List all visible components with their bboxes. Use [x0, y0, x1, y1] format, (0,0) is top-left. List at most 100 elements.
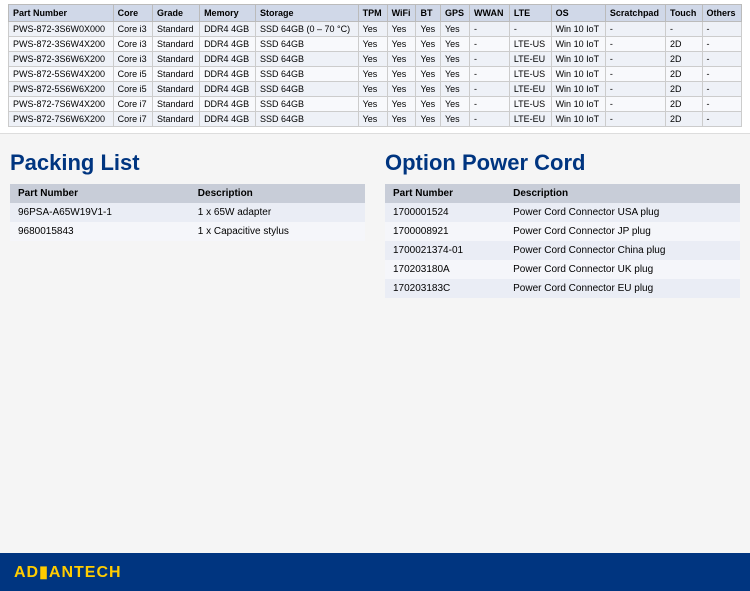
table-cell: -: [605, 67, 665, 82]
table-cell: DDR4 4GB: [200, 67, 256, 82]
table-cell: Yes: [358, 67, 387, 82]
main-content: Packing List Part NumberDescription 96PS…: [0, 134, 750, 308]
list-item: 170203183CPower Cord Connector EU plug: [385, 279, 740, 298]
table-row: PWS-872-7S6W4X200Core i7StandardDDR4 4GB…: [9, 97, 742, 112]
list-cell: 170203183C: [385, 279, 505, 298]
table-cell: SSD 64GB: [255, 52, 358, 67]
table-cell: PWS-872-3S6W6X200: [9, 52, 114, 67]
table-cell: SSD 64GB (0 – 70 °C): [255, 22, 358, 37]
table-cell: Yes: [387, 52, 416, 67]
table-cell: DDR4 4GB: [200, 97, 256, 112]
table-cell: SSD 64GB: [255, 112, 358, 127]
table-cell: -: [605, 97, 665, 112]
list-cell: 1 x 65W adapter: [190, 203, 365, 222]
list-cell: Power Cord Connector USA plug: [505, 203, 740, 222]
option-power-cord-title: Option Power Cord: [385, 150, 740, 176]
table-row: PWS-872-5S6W6X200Core i5StandardDDR4 4GB…: [9, 82, 742, 97]
list-item: 96PSA-A65W19V1-11 x 65W adapter: [10, 203, 365, 222]
table-cell: -: [605, 22, 665, 37]
option-power-cord-section: Option Power Cord Part NumberDescription…: [385, 150, 740, 298]
product-table-header-cell: WWAN: [469, 5, 509, 22]
table-cell: LTE-EU: [509, 52, 551, 67]
list-cell: 1700008921: [385, 222, 505, 241]
table-cell: Core i7: [113, 112, 152, 127]
list-cell: 1700021374-01: [385, 241, 505, 260]
table-cell: DDR4 4GB: [200, 22, 256, 37]
product-table-header-cell: Grade: [152, 5, 199, 22]
list-cell: 1 x Capacitive stylus: [190, 222, 365, 241]
packing-list-title: Packing List: [10, 150, 365, 176]
product-table-header-cell: Others: [702, 5, 741, 22]
table-cell: -: [665, 22, 702, 37]
table-cell: Yes: [440, 37, 469, 52]
table-cell: Yes: [358, 22, 387, 37]
table-cell: SSD 64GB: [255, 37, 358, 52]
table-cell: Standard: [152, 37, 199, 52]
table-cell: Win 10 IoT: [551, 67, 605, 82]
product-table-header-cell: Core: [113, 5, 152, 22]
table-cell: Yes: [440, 52, 469, 67]
table-cell: Core i3: [113, 52, 152, 67]
product-table-header-cell: BT: [416, 5, 441, 22]
table-cell: PWS-872-5S6W4X200: [9, 67, 114, 82]
table-cell: -: [469, 67, 509, 82]
table-cell: Core i3: [113, 22, 152, 37]
table-cell: -: [702, 37, 741, 52]
product-table-header-cell: Storage: [255, 5, 358, 22]
table-row: PWS-872-5S6W4X200Core i5StandardDDR4 4GB…: [9, 67, 742, 82]
table-cell: LTE-EU: [509, 82, 551, 97]
table-row: PWS-872-7S6W6X200Core i7StandardDDR4 4GB…: [9, 112, 742, 127]
product-table-header-cell: TPM: [358, 5, 387, 22]
table-cell: Standard: [152, 97, 199, 112]
table-cell: LTE-US: [509, 67, 551, 82]
product-table-header-cell: Touch: [665, 5, 702, 22]
table-cell: PWS-872-7S6W4X200: [9, 97, 114, 112]
table-cell: Yes: [358, 112, 387, 127]
table-cell: 2D: [665, 67, 702, 82]
table-cell: SSD 64GB: [255, 67, 358, 82]
packing-list-section: Packing List Part NumberDescription 96PS…: [10, 150, 365, 298]
product-table-header-cell: GPS: [440, 5, 469, 22]
table-cell: Yes: [387, 22, 416, 37]
table-cell: Yes: [416, 52, 441, 67]
table-cell: SSD 64GB: [255, 82, 358, 97]
logo-text: AD▮ANTECH: [14, 564, 122, 581]
power-cord-header-cell: Description: [505, 184, 740, 203]
table-cell: 2D: [665, 112, 702, 127]
table-cell: -: [469, 52, 509, 67]
product-table: Part NumberCoreGradeMemoryStorageTPMWiFi…: [8, 4, 742, 127]
table-cell: Yes: [358, 97, 387, 112]
table-cell: Yes: [387, 112, 416, 127]
list-cell: 1700001524: [385, 203, 505, 222]
table-cell: PWS-872-3S6W4X200: [9, 37, 114, 52]
table-cell: Yes: [358, 37, 387, 52]
product-table-section: Part NumberCoreGradeMemoryStorageTPMWiFi…: [0, 0, 750, 134]
table-cell: -: [469, 82, 509, 97]
table-cell: Standard: [152, 67, 199, 82]
table-cell: -: [469, 22, 509, 37]
table-cell: Win 10 IoT: [551, 37, 605, 52]
product-table-header-cell: WiFi: [387, 5, 416, 22]
table-cell: -: [469, 112, 509, 127]
table-row: PWS-872-3S6W4X200Core i3StandardDDR4 4GB…: [9, 37, 742, 52]
table-cell: -: [469, 37, 509, 52]
table-cell: LTE-US: [509, 37, 551, 52]
table-cell: Yes: [440, 97, 469, 112]
table-cell: Yes: [440, 82, 469, 97]
power-cord-header-cell: Part Number: [385, 184, 505, 203]
packing-list-table: Part NumberDescription 96PSA-A65W19V1-11…: [10, 184, 365, 241]
table-cell: 2D: [665, 52, 702, 67]
table-cell: Yes: [387, 37, 416, 52]
table-cell: Yes: [387, 67, 416, 82]
table-cell: Yes: [416, 112, 441, 127]
table-cell: -: [702, 52, 741, 67]
list-cell: Power Cord Connector UK plug: [505, 260, 740, 279]
table-cell: Standard: [152, 112, 199, 127]
footer: AD▮ANTECH: [0, 553, 750, 591]
table-cell: Yes: [416, 22, 441, 37]
list-item: 96800158431 x Capacitive stylus: [10, 222, 365, 241]
table-cell: 2D: [665, 97, 702, 112]
table-cell: Yes: [387, 82, 416, 97]
table-cell: Standard: [152, 82, 199, 97]
product-table-header-cell: OS: [551, 5, 605, 22]
